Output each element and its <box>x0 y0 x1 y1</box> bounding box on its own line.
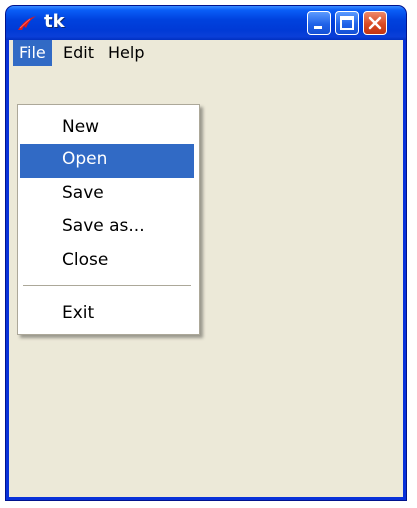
menu-file[interactable]: File <box>13 40 52 66</box>
window-title: tk <box>44 11 65 32</box>
maximize-icon <box>340 16 354 30</box>
menu-edit[interactable]: Edit <box>57 40 100 66</box>
minimize-button[interactable] <box>307 11 331 35</box>
menu-item-save[interactable]: Save <box>20 178 194 212</box>
menu-help[interactable]: Help <box>102 40 150 66</box>
maximize-button[interactable] <box>335 11 359 35</box>
title-bar[interactable]: tk <box>6 6 406 40</box>
close-icon <box>368 16 382 30</box>
menu-item-open[interactable]: Open <box>20 144 194 178</box>
menu-separator <box>23 285 191 287</box>
tk-feather-icon <box>18 16 36 30</box>
file-dropdown-menu: New Open Save Save as... Close Exit <box>17 104 200 335</box>
close-button[interactable] <box>363 11 387 35</box>
menu-item-new[interactable]: New <box>20 112 194 146</box>
menu-item-close[interactable]: Close <box>20 245 194 279</box>
menu-bar: File Edit Help <box>9 40 403 66</box>
menu-item-exit[interactable]: Exit <box>20 298 194 332</box>
minimize-icon <box>314 26 322 29</box>
menu-item-save-as[interactable]: Save as... <box>20 211 194 245</box>
